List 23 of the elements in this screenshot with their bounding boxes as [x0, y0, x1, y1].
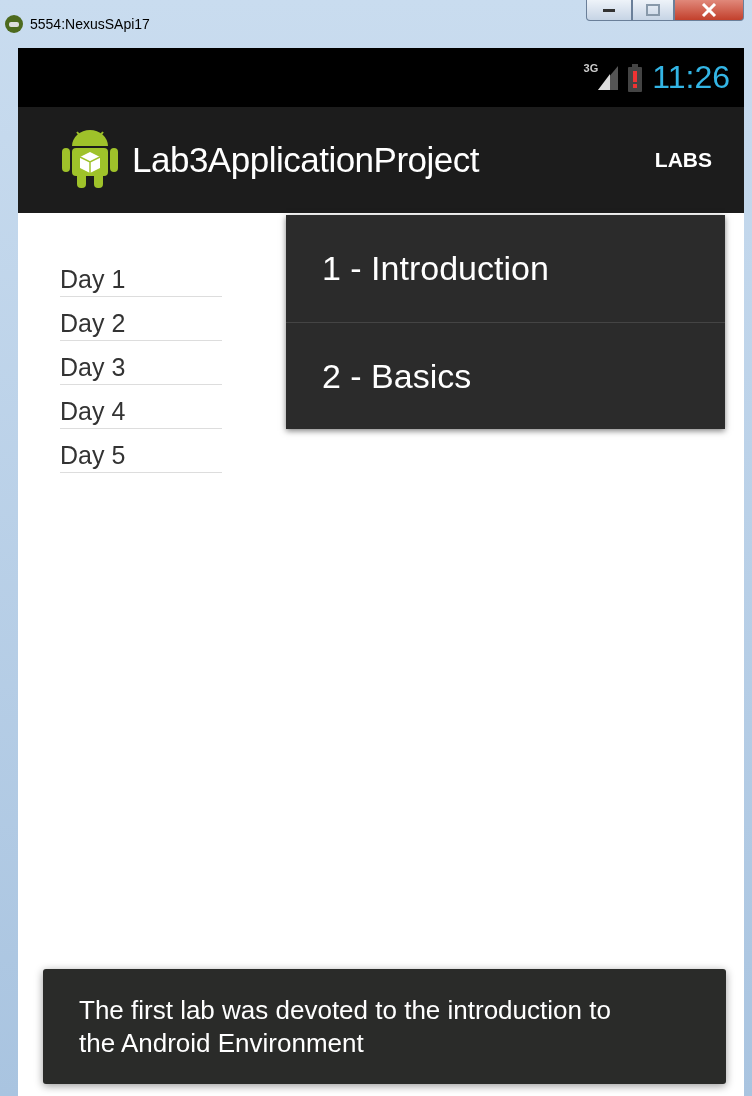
signal-icon	[598, 65, 619, 90]
clock: 11:26	[652, 59, 730, 96]
battery-icon	[628, 63, 643, 92]
close-icon	[701, 3, 717, 17]
maximize-icon	[646, 4, 660, 16]
day-list-item[interactable]: Day 1	[60, 253, 222, 297]
network-type: 3G	[583, 62, 599, 74]
android-logo-icon	[62, 130, 118, 190]
minimize-button[interactable]	[586, 0, 632, 21]
minimize-icon	[602, 7, 616, 13]
day-list-item[interactable]: Day 4	[60, 385, 222, 429]
day-list-item[interactable]: Day 3	[60, 341, 222, 385]
maximize-button[interactable]	[632, 0, 674, 21]
menu-item[interactable]: 1 - Introduction	[286, 215, 725, 322]
close-button[interactable]	[674, 0, 744, 21]
day-list-item[interactable]: Day 5	[60, 429, 222, 473]
app-title: Lab3ApplicationProject	[132, 140, 481, 180]
emulator-icon	[4, 14, 24, 34]
day-list-item[interactable]: Day 2	[60, 297, 222, 341]
labs-menu-button[interactable]: LABS	[650, 144, 716, 176]
toast-message: The first lab was devoted to the introduction to the Android Environment	[43, 969, 726, 1084]
window-title: 5554:NexusSApi17	[30, 16, 151, 32]
menu-item[interactable]: 2 - Basics	[286, 322, 725, 429]
